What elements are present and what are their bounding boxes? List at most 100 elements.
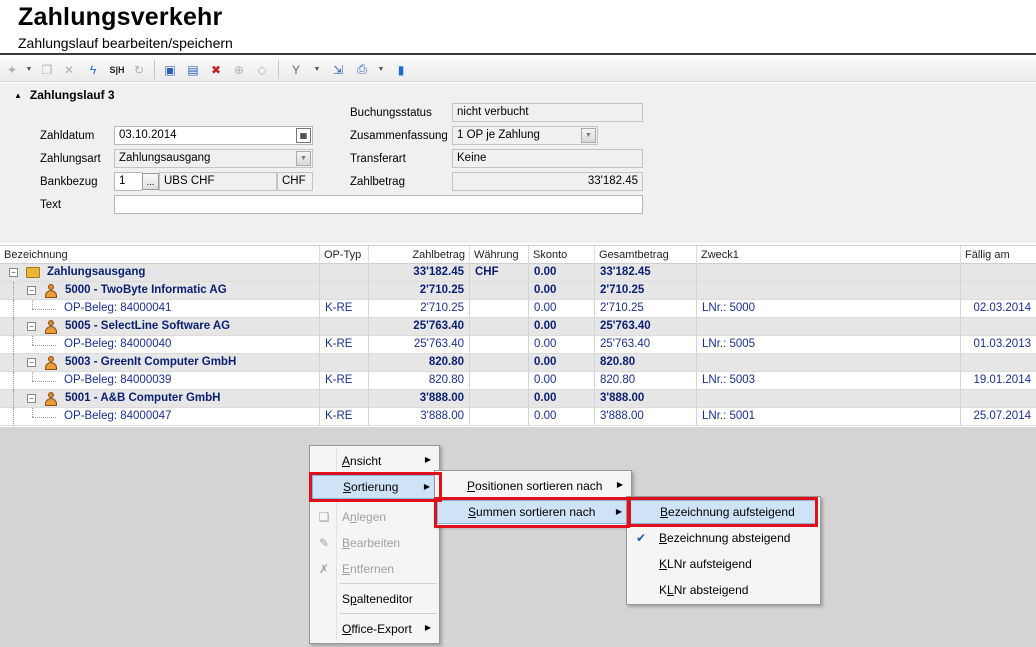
cell-zweck1: LNr.: 5005 <box>697 336 961 353</box>
menu-item-bezeichnung-aufsteigend[interactable]: Bezeichnung aufsteigend <box>629 500 818 524</box>
col-gesamtbetrag[interactable]: Gesamtbetrag <box>595 246 697 264</box>
cell-waehrung <box>470 282 529 299</box>
wand-dropdown-icon[interactable]: ▼ <box>24 61 34 78</box>
bankbezug-lookup-button[interactable]: ... <box>142 173 159 190</box>
col-waehrung[interactable]: Währung <box>470 246 529 264</box>
expand-toggle-icon[interactable]: − <box>27 286 36 295</box>
toolbar: ✦ ▼ ❐ ✕ ϟ S|H ↻ ▣ ▤ ✖ ⊕ ◇ Y ▼ ⇲ ⎙ ▼ ▮ <box>0 57 1036 82</box>
col-bezeichnung[interactable]: Bezeichnung <box>0 246 320 264</box>
chevron-down-icon[interactable]: ▼ <box>581 128 596 143</box>
expand-toggle-icon[interactable]: − <box>27 358 36 367</box>
menu-item-summen-sortieren[interactable]: Summen sortieren nach ▶ <box>437 500 629 524</box>
zahlungsart-label: Zahlungsart <box>40 153 101 165</box>
copy-icon[interactable]: ❐ <box>38 61 56 78</box>
chevron-down-icon[interactable]: ▼ <box>296 151 311 166</box>
sh-icon[interactable]: S|H <box>107 61 127 78</box>
bankbezug-number[interactable]: 1 <box>114 172 142 191</box>
cell-waehrung <box>470 390 529 407</box>
zahlungsart-select[interactable]: Zahlungsausgang ▼ <box>114 149 313 168</box>
menu-item-anlegen[interactable]: ❏ An legen <box>312 505 437 529</box>
cell-faellig <box>961 354 1036 371</box>
cell-optyp: K-RE <box>320 300 369 317</box>
grid-header: Bezeichnung OP-Typ Zahlbetrag Währung Sk… <box>0 245 1036 264</box>
cell-zweck1: LNr.: 5003 <box>697 372 961 389</box>
cell-bezeichnung: Zahlungsausgang <box>0 264 320 281</box>
collapse-icon[interactable]: ▲ <box>14 91 22 100</box>
chevron-right-icon: ▶ <box>424 455 431 464</box>
refresh-icon[interactable]: ↻ <box>130 61 148 78</box>
lightning-icon[interactable]: ϟ <box>84 61 102 78</box>
menu-item-spalteneditor[interactable]: Sp alteneditor <box>312 587 437 611</box>
menu-item-bezeichnung-absteigend[interactable]: ✔ Bezeichnung absteigend <box>629 526 818 550</box>
wand-icon[interactable]: ✦ <box>4 61 20 78</box>
print-dropdown-icon[interactable]: ▼ <box>376 61 386 78</box>
menu-item-sortierung[interactable]: Sortierung ▶ <box>312 475 437 499</box>
context-menu: Ansicht ▶ Sortierung ▶ ❏ An legen ✎ Bearb… <box>309 445 440 644</box>
filter-dropdown-icon[interactable]: ▼ <box>312 61 322 78</box>
filter-icon[interactable]: Y <box>287 61 305 78</box>
delete-icon[interactable]: ✕ <box>60 61 78 78</box>
calendar-icon[interactable]: ▦ <box>296 128 311 143</box>
print-icon[interactable]: ⎙ <box>353 61 371 78</box>
menu-item-positionen-sortieren[interactable]: Positionen sortieren nach ▶ <box>437 474 629 498</box>
cell-zweck1 <box>697 318 961 335</box>
col-zahlbetrag[interactable]: Zahlbetrag <box>369 246 470 264</box>
cell-skonto: 0.00 <box>529 390 595 407</box>
cell-zahlbetrag: 3'888.00 <box>369 390 470 407</box>
cell-skonto: 0.00 <box>529 408 595 425</box>
save-icon[interactable]: ▮ <box>392 61 410 78</box>
col-optyp[interactable]: OP-Typ <box>320 246 369 264</box>
section-title: Zahlungslauf 3 <box>29 88 115 102</box>
table-row[interactable]: 5003 - GreenIt Computer GmbH 820.80 0.00 82… <box>0 354 1036 372</box>
cell-optyp <box>320 282 369 299</box>
grid-empty-area[interactable] <box>0 427 1036 647</box>
table-row[interactable]: OP-Beleg: 84000040 K-RE 25'763.40 0.00 25'76… <box>0 336 1036 354</box>
cell-skonto: 0.00 <box>529 282 595 299</box>
remove-icon[interactable]: ✖ <box>207 61 225 78</box>
text-input[interactable] <box>114 195 643 214</box>
menu-item-office-export[interactable]: Office-Export ▶ <box>312 617 437 641</box>
col-skonto[interactable]: Skonto <box>529 246 595 264</box>
cell-zweck1 <box>697 390 961 407</box>
zusammenfassung-select[interactable]: 1 OP je Zahlung ▼ <box>452 126 598 145</box>
menu-item-klnr-aufsteigend[interactable]: K LNr aufsteigend <box>629 552 818 576</box>
chevron-right-icon: ▶ <box>424 623 431 632</box>
expand-toggle-icon[interactable]: − <box>9 268 18 277</box>
menu-item-entfernen[interactable]: ✗ Entfernen <box>312 557 437 581</box>
app-title: Zahlungsverkehr <box>18 3 223 31</box>
new-icon[interactable]: ▣ <box>161 61 179 78</box>
cell-waehrung <box>470 336 529 353</box>
cell-skonto: 0.00 <box>529 300 595 317</box>
expand-toggle-icon[interactable]: − <box>27 322 36 331</box>
zahldatum-field[interactable]: 03.10.2014 ▦ <box>114 126 313 145</box>
menu-item-bearbeiten[interactable]: ✎ Bearbeiten <box>312 531 437 555</box>
eraser-icon[interactable]: ◇ <box>253 61 271 78</box>
expand-toggle-icon[interactable]: − <box>27 394 36 403</box>
cell-faellig: 19.01.2014 <box>973 374 1031 386</box>
cell-optyp <box>320 354 369 371</box>
table-row[interactable]: 5005 - SelectLine Software AG 25'763.40 0.… <box>0 318 1036 336</box>
table-row[interactable]: 5001 - A&B Computer GmbH 3'888.00 0.00 3'88… <box>0 390 1036 408</box>
menu-item-klnr-absteigend[interactable]: K L Nr absteigend <box>629 578 818 602</box>
table-row[interactable]: OP-Beleg: 84000039 K-RE 820.80 0.00 820.80 LN… <box>0 372 1036 390</box>
bankbezug-bank: UBS CHF <box>159 172 277 191</box>
cell-gesamtbetrag: 25'763.40 <box>595 336 697 353</box>
cell-gesamtbetrag: 3'888.00 <box>595 408 697 425</box>
zahlbetrag-label: Zahlbetrag <box>350 176 405 188</box>
table-row[interactable]: Zahlungsausgang 33'182.45 CHF 0.00 33'182.45… <box>0 264 1036 282</box>
table-row[interactable]: OP-Beleg: 84000041 K-RE 2'710.25 0.00 2'710.… <box>0 300 1036 318</box>
section-header[interactable]: ▲ Zahlungslauf 3 <box>14 88 115 102</box>
col-zweck1[interactable]: Zweck1 <box>697 246 961 264</box>
edit-icon[interactable]: ▤ <box>184 61 202 78</box>
chevron-right-icon: ▶ <box>615 507 622 516</box>
cell-optyp: K-RE <box>320 408 369 425</box>
person-icon <box>44 320 58 334</box>
cell-faellig <box>961 318 1036 335</box>
col-faellig[interactable]: Fällig am <box>961 246 1036 264</box>
table-row[interactable]: OP-Beleg: 84000047 K-RE 3'888.00 0.00 3'888.… <box>0 408 1036 426</box>
add-icon[interactable]: ⊕ <box>230 61 248 78</box>
cell-skonto: 0.00 <box>529 336 595 353</box>
table-row[interactable]: 5000 - TwoByte Informatic AG 2'710.25 0.00… <box>0 282 1036 300</box>
menu-item-ansicht[interactable]: Ansicht ▶ <box>312 449 437 473</box>
export-icon[interactable]: ⇲ <box>329 61 347 78</box>
